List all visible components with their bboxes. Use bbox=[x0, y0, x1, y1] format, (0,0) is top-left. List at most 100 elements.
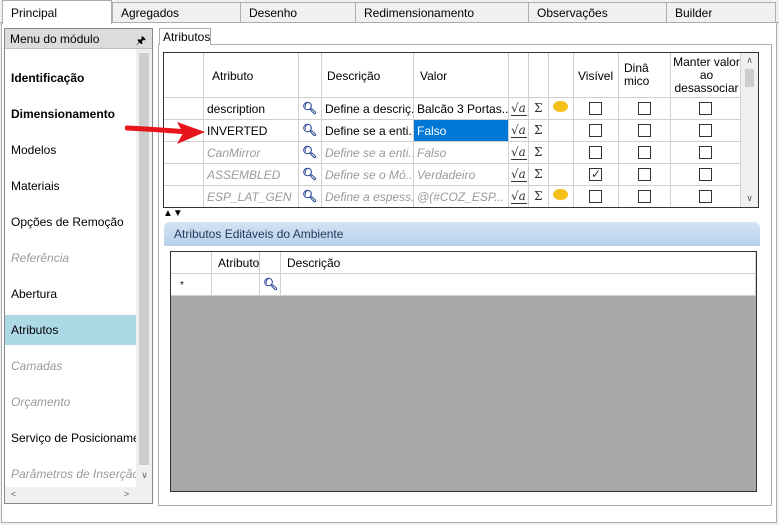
checkbox-dinamico[interactable] bbox=[638, 190, 651, 203]
search-cell[interactable]: 🔍︎ bbox=[299, 142, 322, 164]
new-row-descricao-cell[interactable] bbox=[281, 274, 756, 296]
sidebar-horizontal-scrollbar[interactable]: < > bbox=[5, 487, 152, 503]
sum-cell[interactable]: Σ bbox=[529, 142, 549, 164]
col-header-descricao[interactable]: Descrição bbox=[322, 53, 414, 98]
description-cell[interactable]: Define a espess... bbox=[322, 186, 414, 207]
col-header-atributo[interactable]: Atributo bbox=[204, 53, 299, 98]
sum-cell[interactable]: Σ bbox=[529, 120, 549, 142]
sigma-icon[interactable]: Σ bbox=[534, 101, 542, 115]
col-header-atributo[interactable]: Atributo bbox=[212, 252, 260, 274]
attribute-name-cell[interactable]: ESP_LAT_GEN bbox=[204, 186, 299, 207]
sidebar-item[interactable]: Atributos bbox=[5, 315, 136, 345]
new-row-atributo-cell[interactable] bbox=[212, 274, 260, 296]
description-cell[interactable]: Define se o Mó... bbox=[322, 164, 414, 186]
row-header[interactable] bbox=[164, 186, 204, 207]
new-row-search-cell[interactable]: 🔍︎ bbox=[260, 274, 281, 296]
tab-observacoes[interactable]: Observações bbox=[528, 2, 667, 23]
comment-bubble-icon[interactable] bbox=[553, 189, 568, 200]
formula-icon[interactable]: √a bbox=[511, 123, 527, 138]
attribute-name-cell[interactable]: INVERTED bbox=[204, 120, 299, 142]
comment-cell[interactable] bbox=[549, 164, 574, 186]
description-cell[interactable]: Define a descriç... bbox=[322, 98, 414, 120]
checkbox-dinamico[interactable] bbox=[638, 146, 651, 159]
col-header-visivel[interactable]: Visível bbox=[574, 53, 619, 98]
scroll-right-icon[interactable]: > bbox=[118, 489, 135, 499]
scroll-down-icon[interactable]: ∨ bbox=[136, 470, 153, 481]
sidebar-item[interactable]: Serviço de Posicionamen bbox=[5, 423, 136, 453]
checkbox-manter[interactable] bbox=[699, 168, 712, 181]
sidebar-item[interactable]: Materiais bbox=[5, 171, 136, 201]
sidebar-item[interactable]: Referência bbox=[5, 243, 136, 273]
value-cell[interactable]: Verdadeiro bbox=[414, 164, 509, 186]
comment-cell[interactable] bbox=[549, 186, 574, 207]
sidebar-item[interactable]: Modelos bbox=[5, 135, 136, 165]
checkbox-manter[interactable] bbox=[699, 102, 712, 115]
search-cell[interactable]: 🔍︎ bbox=[299, 120, 322, 142]
checkbox-visivel[interactable] bbox=[589, 190, 602, 203]
scroll-down-icon[interactable]: ∨ bbox=[741, 193, 758, 204]
binoculars-icon[interactable]: 🔍︎ bbox=[302, 167, 317, 181]
checkbox-visivel[interactable] bbox=[589, 124, 602, 137]
sum-cell[interactable]: Σ bbox=[529, 164, 549, 186]
search-cell[interactable]: 🔍︎ bbox=[299, 164, 322, 186]
tab-agregados[interactable]: Agregados bbox=[112, 2, 241, 23]
checkbox-dinamico[interactable] bbox=[638, 124, 651, 137]
col-header-descricao[interactable]: Descrição bbox=[281, 252, 756, 274]
value-cell[interactable]: @(#COZ_ESP... bbox=[414, 186, 509, 207]
value-cell[interactable]: Balcão 3 Portas... bbox=[414, 98, 509, 120]
checkbox-manter[interactable] bbox=[699, 190, 712, 203]
checkbox-visivel[interactable] bbox=[589, 146, 602, 159]
sum-cell[interactable]: Σ bbox=[529, 186, 549, 207]
formula-cell[interactable]: √a bbox=[509, 186, 529, 207]
tab-atributos[interactable]: Atributos bbox=[159, 28, 211, 45]
scroll-up-icon[interactable]: ∧ bbox=[741, 55, 758, 66]
value-cell[interactable]: Falso bbox=[414, 120, 509, 142]
search-cell[interactable]: 🔍︎ bbox=[299, 98, 322, 120]
checkbox-visivel[interactable] bbox=[589, 167, 602, 181]
sidebar-item[interactable]: Opções de Remoção bbox=[5, 207, 136, 237]
tab-principal[interactable]: Principal bbox=[2, 0, 112, 24]
sidebar-item[interactable]: Camadas bbox=[5, 351, 136, 381]
formula-cell[interactable]: √a bbox=[509, 120, 529, 142]
sigma-icon[interactable]: Σ bbox=[534, 167, 542, 181]
checkbox-dinamico[interactable] bbox=[638, 168, 651, 181]
tab-builder[interactable]: Builder bbox=[666, 2, 776, 23]
sidebar-vertical-scrollbar[interactable]: ∨ bbox=[136, 49, 152, 487]
checkbox-visivel[interactable] bbox=[589, 102, 602, 115]
sidebar-item[interactable]: Parâmetros de Inserção bbox=[5, 459, 136, 484]
comment-cell[interactable] bbox=[549, 120, 574, 142]
sidebar-item[interactable]: Abertura bbox=[5, 279, 136, 309]
attribute-name-cell[interactable]: description bbox=[204, 98, 299, 120]
checkbox-dinamico[interactable] bbox=[638, 102, 651, 115]
comment-bubble-icon[interactable] bbox=[553, 101, 568, 112]
col-header-valor[interactable]: Valor bbox=[414, 53, 509, 98]
attributes-grid-scroll-thumb[interactable] bbox=[745, 69, 754, 87]
attributes-grid-scrollbar[interactable]: ∧ ∨ bbox=[741, 53, 758, 207]
comment-cell[interactable] bbox=[549, 142, 574, 164]
binoculars-icon[interactable]: 🔍︎ bbox=[302, 101, 317, 115]
checkbox-manter[interactable] bbox=[699, 124, 712, 137]
row-header[interactable] bbox=[164, 98, 204, 120]
scroll-left-icon[interactable]: < bbox=[5, 489, 22, 499]
sidebar-item[interactable]: Orçamento bbox=[5, 387, 136, 417]
formula-icon[interactable]: √a bbox=[511, 167, 527, 182]
binoculars-icon[interactable]: 🔍︎ bbox=[302, 189, 317, 203]
binoculars-icon[interactable]: 🔍︎ bbox=[302, 123, 317, 137]
description-cell[interactable]: Define se a enti... bbox=[322, 120, 414, 142]
tab-redimensionamento[interactable]: Redimensionamento bbox=[355, 2, 529, 23]
splitter-arrows-icon[interactable]: ▲▼ bbox=[163, 208, 183, 219]
sum-cell[interactable]: Σ bbox=[529, 98, 549, 120]
sidebar-item[interactable]: Identificação bbox=[5, 63, 136, 93]
sigma-icon[interactable]: Σ bbox=[534, 189, 542, 203]
formula-icon[interactable]: √a bbox=[511, 101, 527, 116]
formula-cell[interactable]: √a bbox=[509, 142, 529, 164]
sigma-icon[interactable]: Σ bbox=[534, 145, 542, 159]
formula-icon[interactable]: √a bbox=[511, 145, 527, 160]
binoculars-icon[interactable]: 🔍︎ bbox=[263, 277, 278, 291]
row-header[interactable] bbox=[164, 164, 204, 186]
attribute-name-cell[interactable]: CanMirror bbox=[204, 142, 299, 164]
formula-cell[interactable]: √a bbox=[509, 98, 529, 120]
col-header-manter[interactable]: Manter valor ao desassociar bbox=[671, 53, 741, 98]
formula-cell[interactable]: √a bbox=[509, 164, 529, 186]
formula-icon[interactable]: √a bbox=[511, 189, 527, 204]
